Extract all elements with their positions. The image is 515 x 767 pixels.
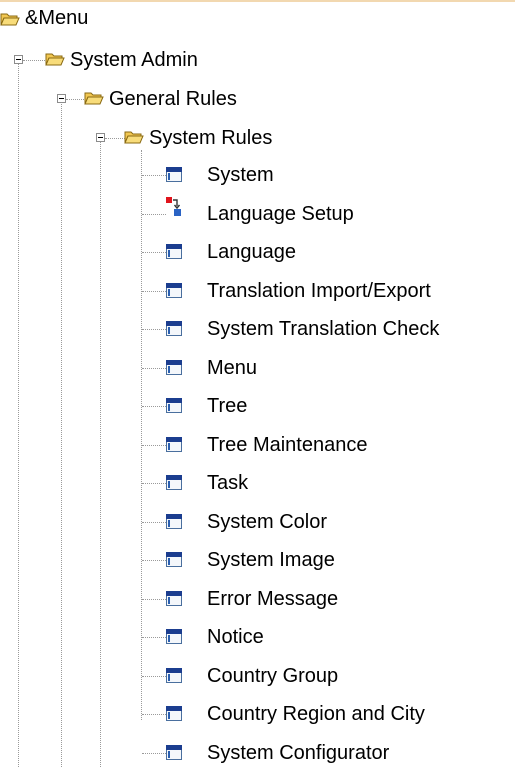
tree-item-label: Country Group (207, 665, 339, 687)
tree-line (142, 214, 166, 215)
window-form-icon (166, 552, 182, 567)
open-folder-icon (84, 92, 104, 105)
tree-item-label: Error Message (207, 588, 339, 610)
tree-item-label: System (207, 164, 274, 186)
tree-line (142, 753, 166, 754)
tree-item-label: Task (207, 472, 249, 494)
tree-item-label: Language (207, 241, 296, 263)
tree-node-label: General Rules (109, 88, 237, 110)
window-form-icon (166, 321, 182, 336)
collapse-toggle[interactable] (14, 55, 23, 64)
tree-line (142, 483, 166, 484)
tree-line (142, 445, 166, 446)
tree-line (66, 99, 84, 100)
open-folder-icon (45, 53, 65, 66)
tree-line (141, 150, 142, 720)
collapse-toggle[interactable] (57, 94, 66, 103)
tree-node-label: &Menu (25, 7, 89, 29)
tree-line (142, 291, 166, 292)
tree-item-label: Menu (207, 357, 258, 379)
window-form-icon (166, 629, 182, 644)
tree-line (61, 104, 62, 767)
tree-item-label: Country Region and City (207, 703, 425, 725)
tree-line (142, 599, 166, 600)
window-form-icon (166, 437, 182, 452)
window-form-icon (166, 475, 182, 490)
window-form-icon (166, 167, 182, 182)
tree-line (142, 406, 166, 407)
tree-item-label: System Image (207, 549, 335, 571)
tree-item-label: System Translation Check (207, 318, 440, 340)
tree-item-label: Translation Import/Export (207, 280, 431, 302)
tree-item-label: Notice (207, 626, 264, 648)
window-form-icon (166, 244, 182, 259)
window-form-icon (166, 283, 182, 298)
window-form-icon (166, 745, 182, 760)
window-form-icon (166, 360, 182, 375)
open-folder-icon (0, 13, 20, 26)
tree-line (142, 714, 166, 715)
window-form-icon (166, 591, 182, 606)
window-form-icon (166, 706, 182, 721)
tree-item-label: Tree (207, 395, 248, 417)
tree-line (105, 138, 125, 139)
tree-line (142, 175, 166, 176)
window-form-icon (166, 668, 182, 683)
tree-line (142, 560, 166, 561)
tree-line (142, 637, 166, 638)
tree-node-label: System Admin (70, 49, 198, 71)
tree-line (100, 142, 101, 767)
tree-item-label: Language Setup (207, 203, 354, 225)
tree-line (142, 522, 166, 523)
collapse-toggle[interactable] (96, 133, 105, 142)
window-form-icon (166, 398, 182, 413)
tree-line (142, 252, 166, 253)
tree-node-label: System Rules (149, 127, 273, 149)
tree-item-label: System Color (207, 511, 328, 533)
tree-line (142, 368, 166, 369)
tree-item-label: System Configurator (207, 742, 390, 764)
tree-item-label: Tree Maintenance (207, 434, 368, 456)
window-form-icon (166, 514, 182, 529)
tree-line (23, 60, 45, 61)
top-border (0, 0, 515, 2)
tree-line (142, 676, 166, 677)
open-folder-icon (124, 131, 144, 144)
tree-line (142, 329, 166, 330)
tree-line (18, 60, 19, 767)
process-flow-icon (166, 197, 181, 216)
